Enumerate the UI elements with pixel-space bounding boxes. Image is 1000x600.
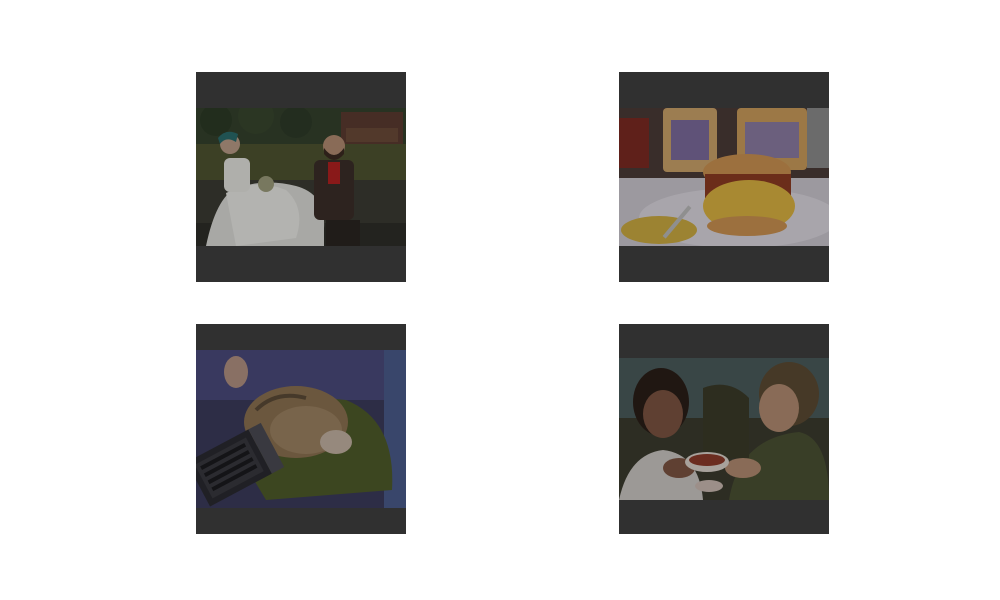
thumbnail-cat-on-lap[interactable] [196, 324, 406, 534]
thumbnail-breakfast-sandwich[interactable] [619, 72, 829, 282]
thumbnail-image [196, 350, 406, 508]
thumbnail-grid [0, 0, 1000, 600]
thumbnail-sharing-tea[interactable] [619, 324, 829, 534]
thumbnail-wedding-couple[interactable] [196, 72, 406, 282]
thumbnail-image [619, 358, 829, 500]
thumbnail-image [619, 108, 829, 246]
thumbnail-image [196, 108, 406, 246]
